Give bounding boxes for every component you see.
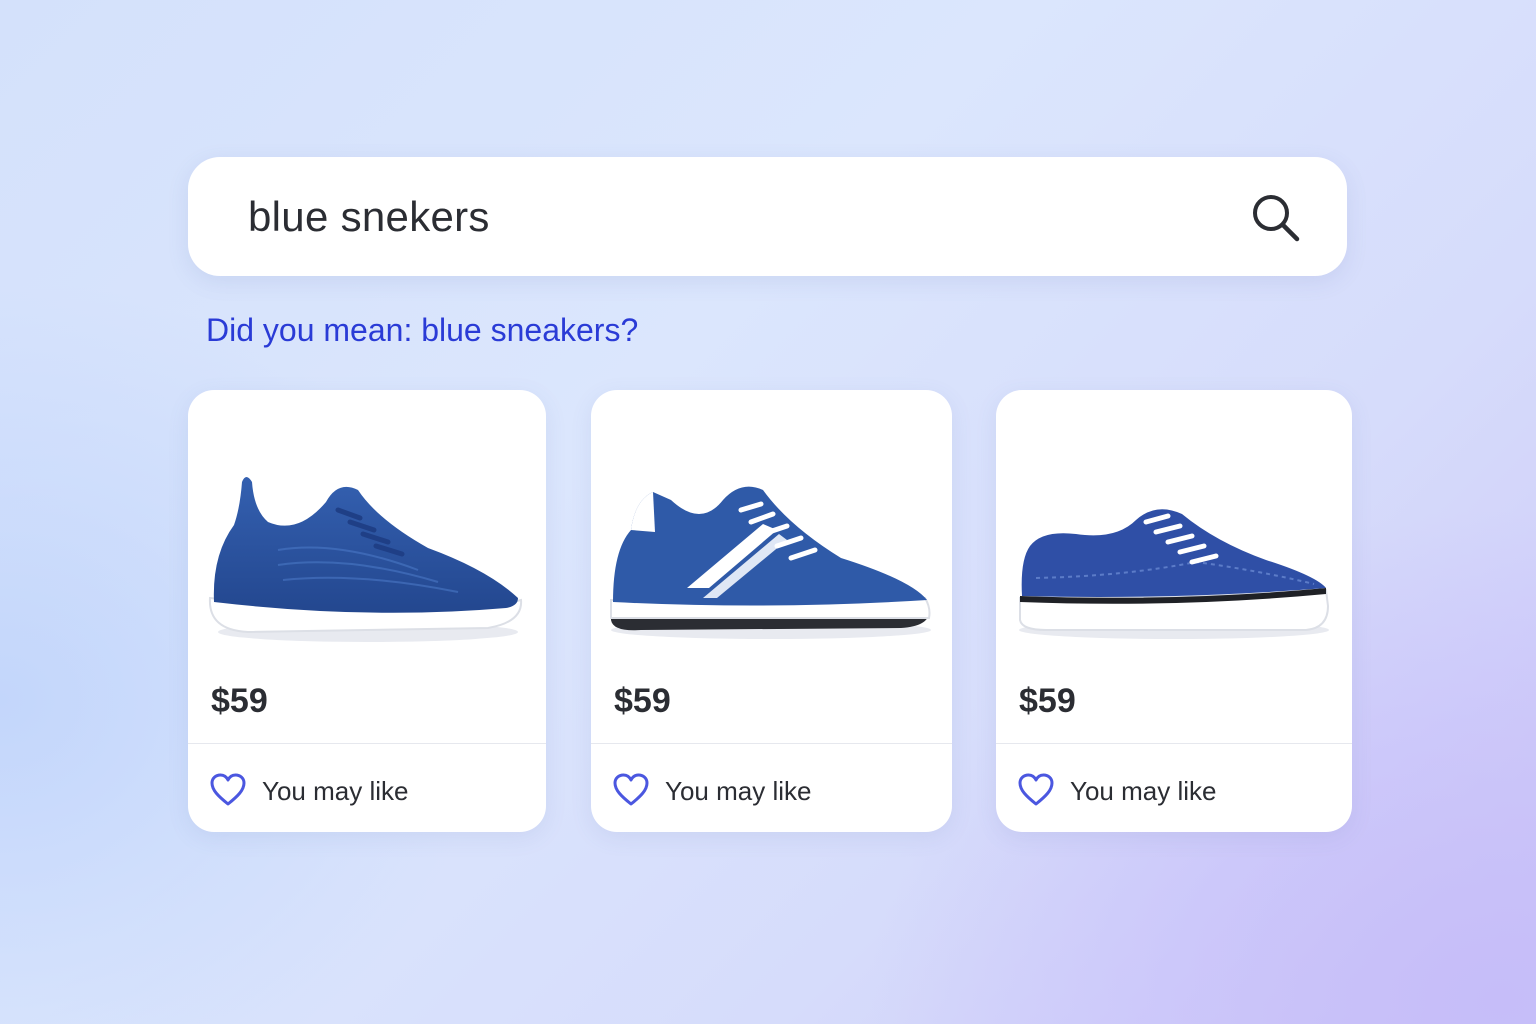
product-price: $59	[1019, 682, 1076, 720]
heart-icon	[210, 773, 246, 806]
sneaker-retro-image	[610, 486, 931, 639]
product-image[interactable]	[591, 430, 952, 680]
product-card[interactable]: $59 You may like	[188, 390, 546, 832]
product-image[interactable]	[996, 430, 1352, 680]
like-label: You may like	[262, 776, 409, 806]
product-image[interactable]	[188, 430, 546, 680]
product-card[interactable]: $59 You may like	[996, 390, 1352, 832]
heart-icon	[613, 773, 649, 806]
product-price: $59	[211, 682, 268, 720]
did-you-mean-link[interactable]: Did you mean: blue sneakers?	[206, 312, 638, 349]
product-card[interactable]: $59 You may like	[591, 390, 952, 832]
sneaker-canvas-image	[1019, 509, 1330, 639]
search-button[interactable]	[1249, 191, 1303, 245]
search-bar[interactable]: blue snekers	[188, 157, 1347, 276]
product-price: $59	[614, 682, 671, 720]
sneaker-knit-image	[208, 477, 523, 642]
like-label: You may like	[1070, 776, 1217, 806]
search-icon	[1253, 195, 1300, 242]
like-button[interactable]: You may like	[591, 744, 952, 832]
like-button[interactable]: You may like	[188, 744, 546, 832]
heart-icon	[1018, 773, 1054, 806]
like-button[interactable]: You may like	[996, 744, 1352, 832]
search-input[interactable]: blue snekers	[248, 193, 490, 241]
like-label: You may like	[665, 776, 812, 806]
